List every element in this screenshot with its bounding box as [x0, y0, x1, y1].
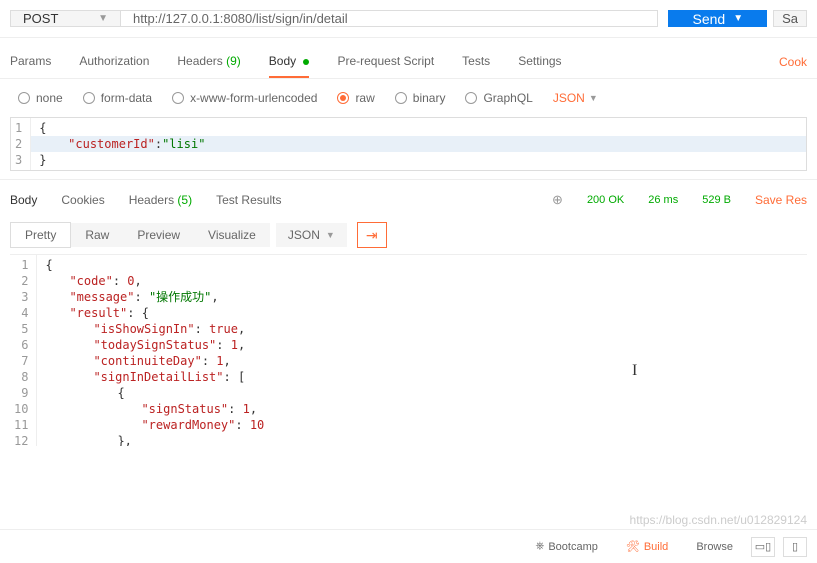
resp-tab-cookies[interactable]: Cookies	[61, 193, 104, 207]
tab-params[interactable]: Params	[10, 46, 51, 78]
radio-urlencoded[interactable]: x-www-form-urlencoded	[172, 91, 317, 105]
tab-body[interactable]: Body	[269, 46, 310, 78]
wrench-icon: 🛠	[626, 540, 640, 553]
method-select[interactable]: POST ▼	[10, 10, 120, 27]
method-value: POST	[23, 11, 58, 26]
single-pane-button[interactable]: ▯	[783, 537, 807, 557]
save-response-button[interactable]: Save Res	[755, 193, 807, 207]
line-gutter: 1234567891011121314	[10, 255, 37, 446]
footer-bootcamp[interactable]: ⎈ Bootcamp	[526, 536, 608, 557]
view-raw[interactable]: Raw	[71, 223, 123, 247]
tab-authorization[interactable]: Authorization	[79, 46, 149, 78]
headers-count-badge: (9)	[226, 54, 241, 68]
radio-form-data[interactable]: form-data	[83, 91, 152, 105]
resp-tab-headers[interactable]: Headers (5)	[129, 193, 192, 207]
tab-settings[interactable]: Settings	[518, 46, 561, 78]
save-button[interactable]: Sa	[773, 10, 807, 27]
resp-tab-body[interactable]: Body	[10, 193, 37, 207]
tab-tests[interactable]: Tests	[462, 46, 490, 78]
tab-headers[interactable]: Headers (9)	[177, 46, 240, 78]
url-input[interactable]: http://127.0.0.1:8080/list/sign/in/detai…	[120, 10, 658, 27]
tab-prerequest[interactable]: Pre-request Script	[337, 46, 434, 78]
resp-headers-count-badge: (5)	[177, 193, 192, 207]
resp-tab-test-results[interactable]: Test Results	[216, 193, 281, 207]
globe-icon[interactable]: ⊕	[552, 192, 563, 208]
response-format-select[interactable]: JSON ▼	[276, 223, 347, 247]
view-visualize[interactable]: Visualize	[194, 223, 270, 247]
watermark: https://blog.csdn.net/u012829124	[630, 513, 807, 527]
footer-build[interactable]: 🛠 Build	[616, 536, 678, 557]
radio-binary[interactable]: binary	[395, 91, 446, 105]
two-pane-button[interactable]: ▭▯	[751, 537, 775, 557]
caret-down-icon: ▼	[733, 13, 743, 24]
body-format-select[interactable]: JSON ▼	[553, 91, 598, 105]
view-pretty[interactable]: Pretty	[10, 222, 71, 248]
radio-raw[interactable]: raw	[337, 91, 374, 105]
caret-down-icon: ▼	[98, 13, 108, 24]
caret-down-icon: ▼	[326, 230, 335, 240]
send-button[interactable]: Send ▼	[668, 10, 767, 27]
response-time: 26 ms	[648, 194, 678, 206]
cookies-link[interactable]: Cook	[779, 55, 807, 69]
modified-dot-icon	[303, 59, 309, 65]
response-body-viewer[interactable]: 1234567891011121314 {"code": 0,"message"…	[10, 254, 807, 446]
view-preview[interactable]: Preview	[123, 223, 194, 247]
footer-browse[interactable]: Browse	[686, 537, 743, 557]
radio-none[interactable]: none	[18, 91, 63, 105]
graduation-cap-icon: ⎈	[536, 540, 545, 553]
response-size: 529 B	[702, 194, 731, 206]
line-gutter: 123	[11, 118, 31, 170]
wrap-icon: ⇥	[366, 227, 378, 244]
request-body-editor[interactable]: 123 { "customerId":"lisi"}	[10, 117, 807, 171]
caret-down-icon: ▼	[589, 93, 598, 103]
text-cursor-icon: I	[632, 362, 637, 380]
wrap-lines-button[interactable]: ⇥	[357, 222, 387, 248]
radio-graphql[interactable]: GraphQL	[465, 91, 532, 105]
status-code: 200 OK	[587, 194, 624, 206]
